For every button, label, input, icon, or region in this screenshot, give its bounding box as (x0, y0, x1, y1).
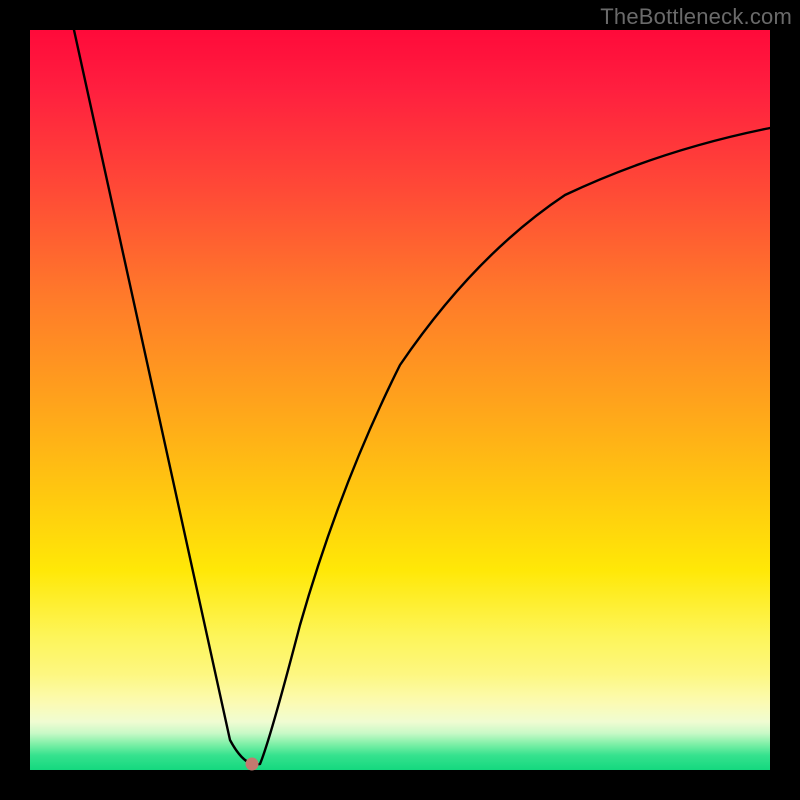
bottleneck-curve (30, 30, 770, 770)
highlight-dot (246, 758, 259, 771)
curve-path (74, 30, 770, 765)
chart-frame (30, 30, 770, 770)
watermark-text: TheBottleneck.com (600, 4, 792, 30)
